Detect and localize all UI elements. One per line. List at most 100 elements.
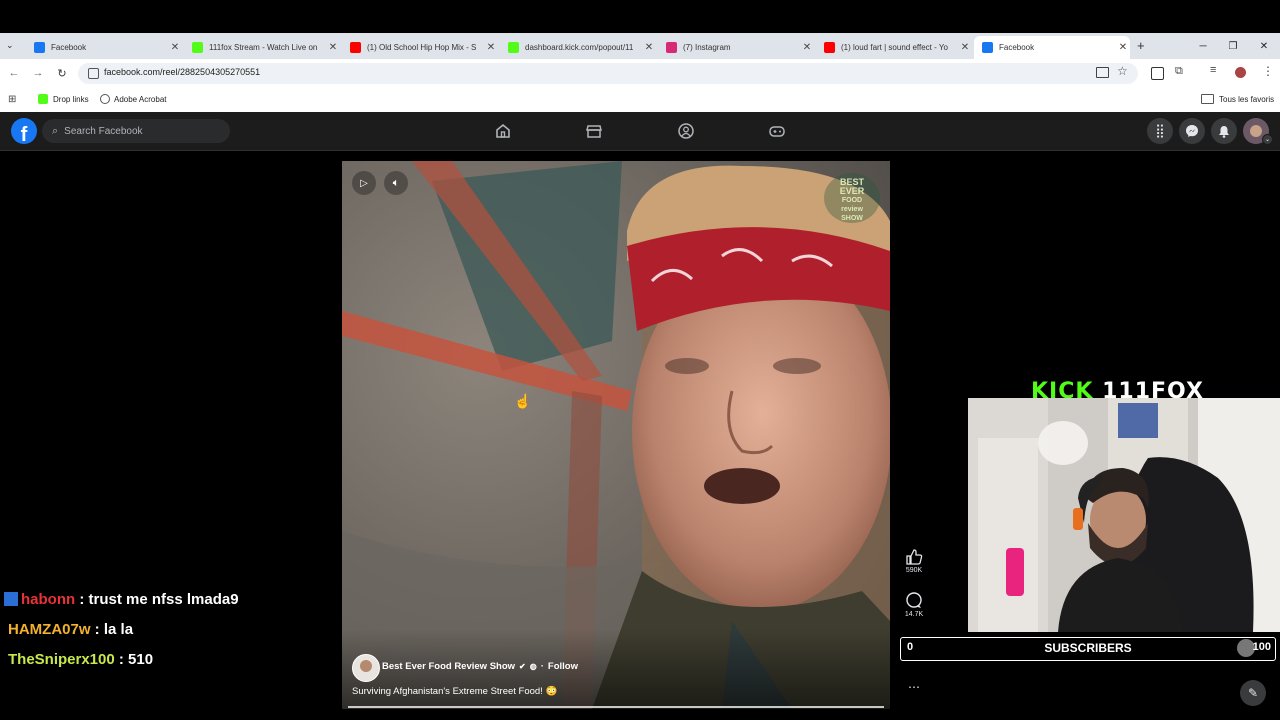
marketplace-icon[interactable]	[585, 122, 603, 140]
tab-title: (7) Instagram	[683, 43, 731, 52]
watermark-line: EVER	[839, 186, 865, 196]
comment-count: 14.7K	[904, 611, 924, 618]
close-tab-icon[interactable]: ✕	[484, 42, 498, 53]
page-avatar[interactable]	[352, 654, 380, 682]
like-button[interactable]: 590K	[898, 549, 930, 574]
home-icon[interactable]	[494, 122, 512, 140]
gaming-icon[interactable]	[768, 122, 786, 140]
screen-top-bar	[0, 0, 1280, 33]
watermark-line: SHOW	[841, 215, 863, 222]
subscriber-goal-bar: 0 SUBSCRIBERS 100	[900, 637, 1276, 661]
play-button[interactable]: ▷	[352, 171, 376, 195]
profile-avatar[interactable]	[1235, 67, 1246, 78]
kick-badge-icon	[4, 592, 18, 606]
apps-grid-icon[interactable]: ⊞	[8, 94, 16, 105]
extensions-puzzle-icon[interactable]: ⧉	[1175, 65, 1183, 78]
facebook-icon	[982, 42, 993, 53]
browser-tab[interactable]: Facebook ✕	[26, 36, 182, 59]
close-tab-icon[interactable]: ✕	[1116, 42, 1130, 53]
browser-tab[interactable]: (1) loud fart | sound effect - Yo ✕	[816, 36, 972, 59]
watermark-line: review	[841, 206, 863, 213]
chat-username: TheSniperx100	[8, 651, 115, 668]
subs-label: SUBSCRIBERS	[1044, 641, 1132, 655]
follow-button[interactable]: Follow	[548, 661, 578, 672]
chat-message: TheSniperx100 : 510	[0, 651, 153, 668]
close-tab-icon[interactable]: ✕	[958, 42, 972, 53]
groups-icon[interactable]	[677, 122, 695, 140]
all-bookmarks-folder[interactable]: Tous les favoris	[1201, 94, 1274, 104]
close-tab-icon[interactable]: ✕	[800, 42, 814, 53]
back-button[interactable]: ←	[6, 65, 22, 81]
tab-search-chevron-icon[interactable]: ⌄	[6, 40, 14, 51]
page-name-row: Best Ever Food Review Show ✔ ◍ · Follow	[382, 661, 578, 672]
chat-username: HAMZA07w	[8, 621, 91, 638]
menu-grid-icon[interactable]: ⣿	[1147, 118, 1173, 144]
search-placeholder: Search Facebook	[64, 125, 143, 137]
tab-title: dashboard.kick.com/popout/11	[525, 43, 634, 52]
minimize-button[interactable]: ─	[1188, 33, 1218, 59]
bookmarks-bar: ⊞ Drop links Adobe Acrobat Tous les favo…	[0, 88, 1280, 113]
tab-title: 111fox Stream - Watch Live on	[209, 43, 318, 52]
bookmark-drop-links[interactable]: Drop links	[38, 94, 89, 104]
verified-badge-icon: ✔	[519, 662, 526, 671]
youtube-icon	[824, 42, 835, 53]
acrobat-icon	[100, 94, 110, 104]
site-info-icon[interactable]	[88, 68, 99, 79]
tab-title: (1) loud fart | sound effect - Yo	[841, 43, 948, 52]
tab-title: Facebook	[51, 43, 87, 52]
new-tab-button[interactable]: +	[1137, 38, 1145, 53]
browser-tab[interactable]: Facebook ✕	[974, 36, 1130, 59]
facebook-search-input[interactable]: ⌕ Search Facebook	[42, 119, 230, 143]
browser-tab[interactable]: 111fox Stream - Watch Live on ✕	[184, 36, 340, 59]
kick-icon	[192, 42, 203, 53]
close-tab-icon[interactable]: ✕	[326, 42, 340, 53]
show-watermark-logo: BEST EVER FOOD review SHOW	[824, 173, 880, 223]
chat-username: habonn	[21, 591, 76, 608]
separator-dot: ·	[540, 661, 544, 672]
all-bookmarks-label: Tous les favoris	[1219, 94, 1275, 104]
more-options-button[interactable]: ⋯	[898, 680, 930, 694]
mute-button[interactable]: 🔈︎	[384, 171, 408, 195]
mouse-cursor-icon: ☝	[514, 393, 532, 409]
reload-button[interactable]: ↻	[54, 65, 70, 81]
page-name-link[interactable]: Best Ever Food Review Show	[382, 661, 515, 672]
close-tab-icon[interactable]: ✕	[642, 42, 656, 53]
video-progress-bar[interactable]	[348, 706, 884, 708]
watermark-line: FOOD	[841, 197, 863, 204]
avatar-face	[360, 660, 372, 672]
facebook-logo-icon[interactable]: f	[11, 118, 37, 144]
restore-button[interactable]: ❐	[1218, 33, 1248, 59]
forward-button[interactable]: →	[30, 65, 46, 81]
notifications-bell-icon[interactable]	[1211, 118, 1237, 144]
globe-icon: ◍	[529, 662, 537, 671]
close-window-button[interactable]: ✕	[1249, 33, 1279, 59]
avatar-face	[1250, 125, 1262, 137]
browser-menu-icon[interactable]: ⋮	[1262, 64, 1274, 78]
new-message-compose-icon[interactable]: ✎	[1240, 680, 1266, 706]
tab-title: (1) Old School Hip Hop Mix - S	[367, 43, 477, 52]
close-tab-icon[interactable]: ✕	[168, 42, 182, 53]
like-count: 590K	[905, 567, 923, 574]
kick-icon	[38, 94, 48, 104]
chat-message: HAMZA07w : la la	[0, 621, 133, 638]
bookmark-adobe-acrobat[interactable]: Adobe Acrobat	[100, 94, 166, 104]
reel-caption: Surviving Afghanistan's Extreme Street F…	[352, 686, 558, 697]
install-app-icon[interactable]	[1096, 67, 1109, 78]
streamer-webcam	[968, 398, 1280, 632]
messenger-icon[interactable]	[1179, 118, 1205, 144]
video-frame	[342, 161, 890, 709]
url-text[interactable]: facebook.com/reel/2882504305270551	[104, 67, 260, 77]
media-controls-icon[interactable]: ≡	[1210, 64, 1216, 76]
browser-tab[interactable]: dashboard.kick.com/popout/11 ✕	[500, 36, 656, 59]
facebook-header: f ⌕ Search Facebook ⣿ ⌄	[0, 112, 1280, 151]
facebook-icon	[34, 42, 45, 53]
comment-button[interactable]: 14.7K	[898, 592, 930, 618]
browser-tab[interactable]: (1) Old School Hip Hop Mix - S ✕	[342, 36, 498, 59]
browser-tab[interactable]: (7) Instagram ✕	[658, 36, 814, 59]
bookmark-star-icon[interactable]: ☆	[1117, 64, 1128, 78]
webcam-frame	[968, 398, 1280, 632]
comment-bubble-icon	[906, 592, 922, 608]
extension-icon[interactable]	[1151, 67, 1164, 80]
account-chevron-icon[interactable]: ⌄	[1262, 134, 1273, 145]
reel-video[interactable]: ▷ 🔈︎ BEST EVER FOOD review SHOW ☝ Best E…	[342, 161, 890, 709]
